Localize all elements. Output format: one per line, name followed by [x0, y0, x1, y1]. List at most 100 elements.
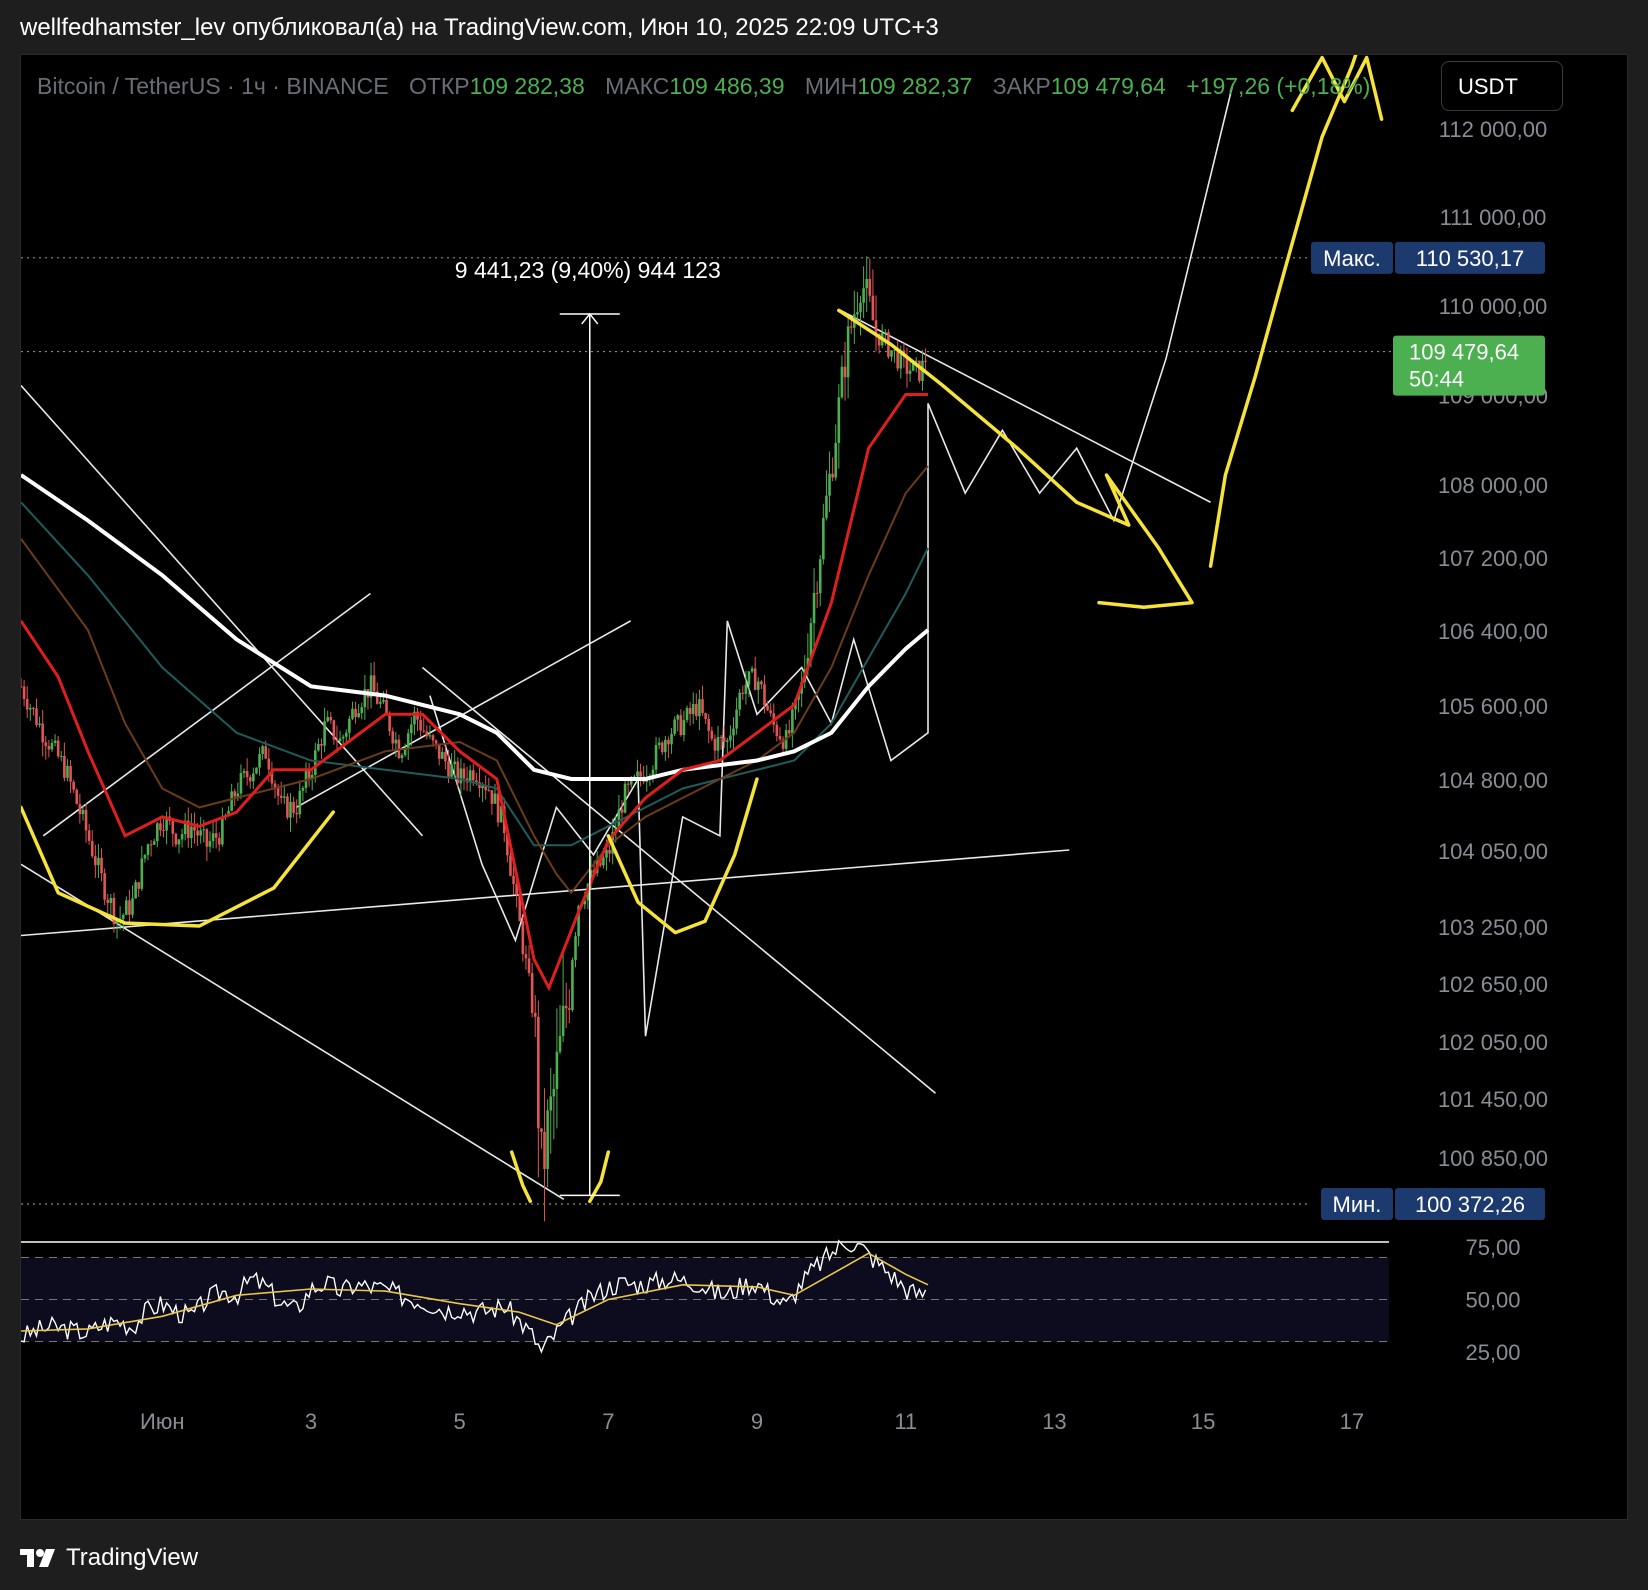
candle-body — [533, 1012, 537, 1017]
tradingview-logo[interactable]: TradingView — [20, 1542, 198, 1574]
candle-body — [190, 826, 193, 839]
price-tick-label: 112 000,00 — [1439, 117, 1547, 142]
candle-body — [428, 735, 432, 737]
candle-body — [862, 288, 865, 303]
candle-body — [636, 771, 639, 777]
price-axis: 112 000,00 111 000,00 110 000,00 108 000,00… — [1311, 117, 1548, 1365]
candle-body — [248, 777, 252, 782]
candle-body — [620, 809, 624, 813]
candle-body — [738, 692, 741, 710]
price-chart[interactable]: 9 441,23 (9,40%) 944 123 112 000,00 111 0… — [21, 55, 1627, 1519]
candle-body — [561, 1005, 565, 1037]
candle-body — [211, 833, 215, 841]
candle-body — [279, 795, 283, 798]
candle-body — [230, 791, 233, 811]
rsi-tick-label: 25,00 — [1465, 1340, 1520, 1365]
candle-body — [685, 707, 689, 721]
ema-teal — [21, 501, 929, 847]
candle-body — [289, 801, 292, 818]
candle-body — [664, 739, 667, 753]
candle-body — [292, 801, 295, 813]
time-tick-label: 11 — [894, 1409, 917, 1434]
candle-body — [180, 834, 184, 840]
candle-body — [660, 742, 664, 753]
chart-frame[interactable]: 9 441,23 (9,40%) 944 123 112 000,00 111 0… — [20, 54, 1628, 1520]
trend-line — [21, 385, 424, 837]
price-tick-label: 106 400,00 — [1438, 619, 1548, 644]
candle-body — [332, 720, 336, 740]
candle-body — [410, 724, 413, 734]
candle-body — [490, 790, 494, 804]
legend-open-label: ОТКР — [408, 73, 470, 99]
candle-body — [710, 730, 714, 739]
trend-line — [21, 849, 1070, 937]
yellow-sketch — [1208, 55, 1358, 568]
gridlines — [21, 257, 1391, 1205]
candle-body — [143, 854, 147, 859]
candle-body — [654, 745, 658, 770]
legend-close-value: 109 479,64 — [1050, 73, 1166, 99]
countdown: 50:44 — [1409, 367, 1464, 392]
candle-body — [121, 914, 125, 920]
price-tick-label: 102 050,00 — [1438, 1030, 1548, 1055]
candle-body — [50, 743, 54, 750]
candle-body — [707, 718, 711, 731]
time-axis: Июн 3 5 7 9 11 13 15 17 — [140, 1409, 1364, 1434]
candle-body — [174, 833, 178, 845]
candle-body — [360, 707, 364, 714]
price-tick-label: 107 200,00 — [1438, 546, 1548, 571]
candle-body — [217, 837, 221, 845]
currency-button[interactable]: USDT — [1441, 61, 1563, 111]
candle-body — [698, 699, 701, 717]
low-badge-label: Мин. — [1333, 1192, 1382, 1217]
time-tick-label: Июн — [140, 1409, 184, 1434]
candle-body — [56, 740, 60, 757]
candle-body — [846, 326, 850, 378]
candle-body — [221, 817, 224, 845]
candle-body — [379, 701, 382, 704]
candle-body — [524, 954, 528, 959]
candle-body — [301, 787, 305, 791]
candle-body — [760, 681, 763, 685]
candle-body — [109, 897, 113, 903]
candle-body — [834, 442, 838, 478]
rsi-tick-label: 50,00 — [1465, 1288, 1520, 1313]
candle-body — [78, 803, 82, 815]
candle-body — [72, 781, 75, 790]
candle-body — [437, 743, 441, 759]
candle-body — [868, 278, 872, 296]
candle-body — [59, 755, 63, 757]
candle-body — [28, 707, 32, 710]
candle-body — [252, 773, 255, 782]
candle-body — [264, 746, 268, 759]
candle-body — [140, 858, 144, 889]
candle-body — [679, 715, 683, 736]
candle-body — [552, 1089, 556, 1097]
candle-body — [258, 753, 261, 768]
candle-body — [602, 857, 605, 866]
candle-body — [571, 960, 574, 1010]
candle-body — [778, 736, 782, 740]
candle-body — [843, 366, 847, 378]
candle-body — [444, 752, 447, 762]
candle-body — [354, 708, 357, 718]
candle-body — [137, 882, 141, 889]
candle-body — [38, 723, 41, 725]
time-tick-label: 3 — [305, 1409, 317, 1434]
time-tick-label: 13 — [1042, 1409, 1066, 1434]
candle-body — [657, 742, 661, 746]
candle-body — [391, 731, 395, 744]
candle-body — [214, 833, 218, 838]
candle-body — [623, 783, 627, 813]
candle-body — [608, 849, 611, 854]
candle-body — [81, 809, 85, 815]
candle-body — [441, 752, 444, 759]
candle-body — [729, 735, 732, 741]
candle-body — [918, 360, 921, 381]
price-tick-label: 110 000,00 — [1439, 294, 1547, 319]
price-tick-label: 104 800,00 — [1438, 768, 1548, 793]
candle-body — [475, 780, 478, 782]
candle-body — [447, 761, 450, 777]
candle-body — [732, 728, 735, 736]
symbol-legend: Bitcoin / TetherUS · 1ч · BINANCE ОТКР10… — [37, 73, 1370, 100]
